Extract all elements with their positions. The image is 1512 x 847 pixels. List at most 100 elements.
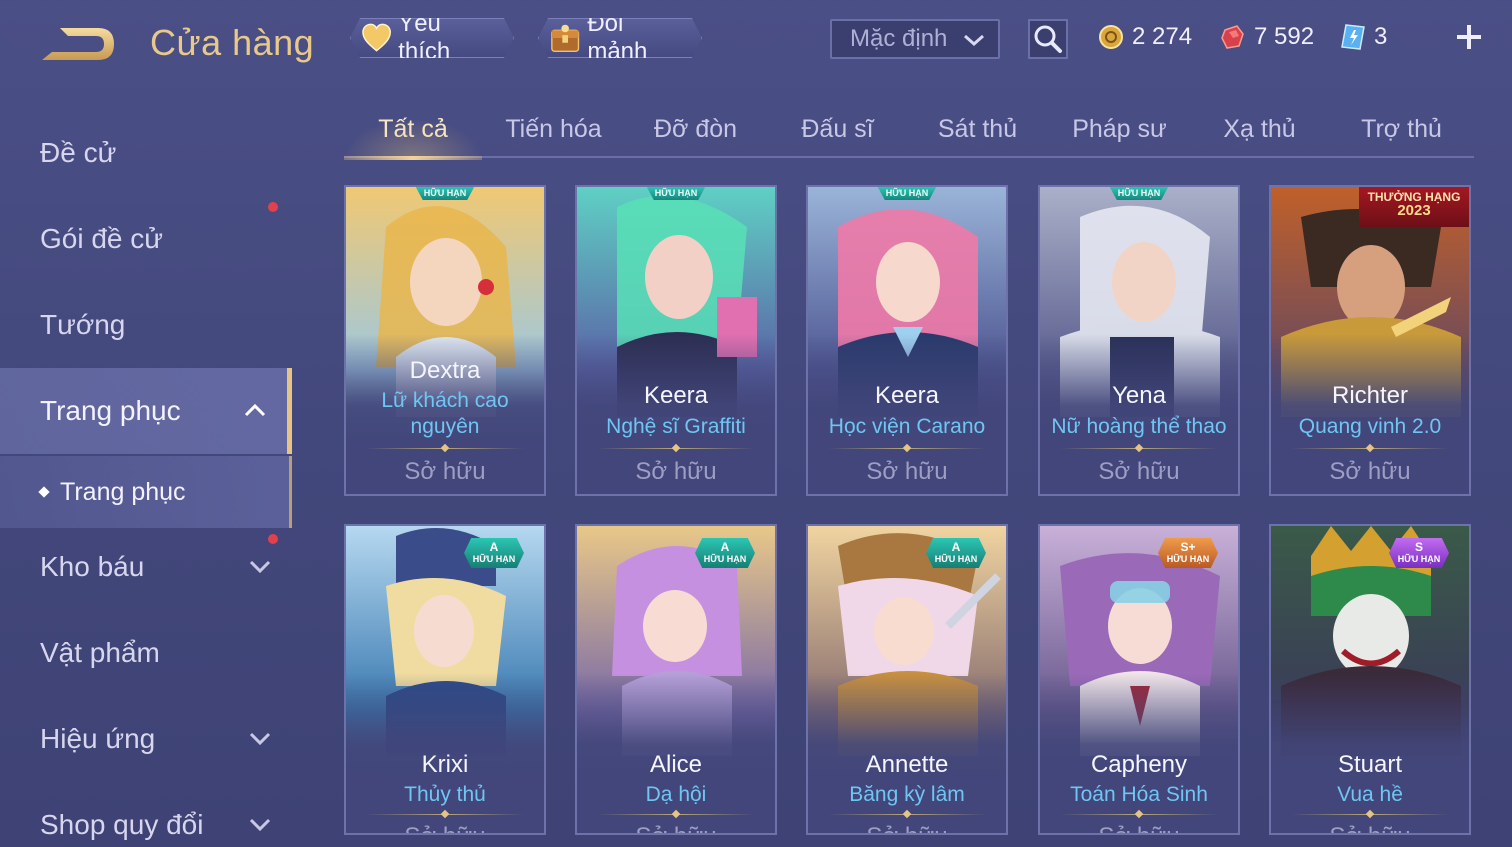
search-button[interactable] <box>1028 19 1068 59</box>
skin-card[interactable]: S HỮU HẠN Stuart Vua hề Sở hữu <box>1269 524 1471 835</box>
sidebar-item-label: Tướng <box>40 309 126 340</box>
gem-amount: 7 592 <box>1254 23 1315 50</box>
owned-status: Sở hữu <box>577 823 775 833</box>
rank-reward-badge: THƯỞNG HẠNG 2023 <box>1359 187 1469 227</box>
tab-tank[interactable]: Đỡ đòn <box>628 100 763 158</box>
sidebar-item-exchange-shop[interactable]: Shop quy đổi <box>0 782 292 847</box>
sidebar-item-label: Gói đề cử <box>40 223 164 254</box>
skin-card[interactable]: A HỮU HẠN Krixi Thủy thủ Sở hữu <box>344 524 546 835</box>
tab-all[interactable]: Tất cả <box>344 100 482 160</box>
sidebar-item-label: Đề cử <box>40 137 117 168</box>
skin-name: Dạ hội <box>645 783 707 806</box>
hero-name: Keera <box>643 382 709 409</box>
hero-name: Capheny <box>1090 751 1188 778</box>
skin-card[interactable]: HỮU HẠN Dextra Lữ khách cao nguyên Sở hữ… <box>344 185 546 496</box>
grade-label: HỮU HẠN <box>703 554 747 564</box>
owned-status: Sở hữu <box>1098 458 1180 485</box>
category-tabs: Tất cả Tiến hóa Đỡ đòn Đấu sĩ Sát thủ Ph… <box>344 100 1474 160</box>
grade-label: HỮU HẠN <box>1397 554 1441 564</box>
gold-coin-icon <box>1099 25 1123 49</box>
skin-name: Học viện Carano <box>828 415 986 438</box>
limited-badge: HỮU HẠN <box>646 187 706 200</box>
sidebar-item-recommended[interactable]: Đề cử <box>0 110 292 196</box>
sidebar-item-label: Hiệu ứng <box>40 723 156 754</box>
hero-name: Stuart <box>1337 751 1403 778</box>
tab-mage[interactable]: Pháp sư <box>1052 100 1187 158</box>
sidebar-item-treasure[interactable]: Kho báu <box>0 524 292 610</box>
exchange-shards-button[interactable]: Đổi mảnh <box>538 18 702 58</box>
sidebar-item-label: Kho báu <box>40 551 145 582</box>
sidebar-item-items[interactable]: Vật phẩm <box>0 610 292 696</box>
hero-name: Dextra <box>409 357 481 384</box>
hero-name: Annette <box>865 751 949 778</box>
ticket-amount: 3 <box>1374 23 1388 50</box>
skin-name: Nghệ sĩ Graffiti <box>606 415 746 438</box>
plus-icon <box>1457 25 1481 49</box>
skin-card[interactable]: THƯỞNG HẠNG 2023 Richter Quang vinh 2.0 … <box>1269 185 1471 496</box>
grade-letter: A <box>951 540 961 554</box>
sidebar-item-recommended-bundles[interactable]: Gói đề cử <box>0 196 292 282</box>
skin-name: Nữ hoàng thể thao <box>1051 415 1227 438</box>
limited-badge: HỮU HẠN <box>1109 187 1169 200</box>
grade-label: HỮU HẠN <box>472 554 516 564</box>
tab-label: Xạ thủ <box>1223 114 1296 143</box>
sidebar-item-effects[interactable]: Hiệu ứng <box>0 696 292 782</box>
grade-badge: A HỮU HẠN <box>926 538 986 568</box>
search-icon <box>1034 25 1062 53</box>
owned-status: Sở hữu <box>635 458 717 485</box>
grade-badge: A HỮU HẠN <box>464 538 524 568</box>
grade-badge: S+ HỮU HẠN <box>1158 538 1218 568</box>
hero-name: Alice <box>649 751 703 778</box>
notification-dot <box>268 534 278 544</box>
skin-name: Vua hề <box>1337 783 1403 806</box>
ticket-icon <box>1341 24 1365 50</box>
sort-dropdown[interactable]: Mặc định <box>830 19 1000 59</box>
favorite-button[interactable]: Yêu thích <box>350 18 514 58</box>
tab-evolution[interactable]: Tiến hóa <box>486 100 621 158</box>
sidebar-item-skins[interactable]: Trang phục <box>0 368 292 454</box>
chevron-up-icon <box>244 403 266 417</box>
skin-card[interactable]: HỮU HẠN Yena Nữ hoàng thể thao Sở hữu <box>1038 185 1240 496</box>
back-arrow-icon[interactable] <box>38 22 118 66</box>
chevron-down-icon <box>964 34 984 47</box>
add-currency-button[interactable] <box>1452 20 1486 54</box>
skin-card[interactable]: A HỮU HẠN Alice Dạ hội Sở hữu <box>575 524 777 835</box>
owned-status: Sở hữu <box>1271 823 1469 833</box>
grade-badge: S HỮU HẠN <box>1389 538 1449 568</box>
sidebar-item-label: Shop quy đổi <box>40 809 204 840</box>
chevron-down-icon <box>249 732 271 746</box>
skin-name: Băng kỳ lâm <box>849 783 965 806</box>
ticket-currency: 3 <box>1340 20 1387 54</box>
tab-label: Đấu sĩ <box>801 114 874 143</box>
sidebar-item-label: Vật phẩm <box>40 637 160 668</box>
tab-assassin[interactable]: Sát thủ <box>910 100 1045 158</box>
hero-name: Keera <box>874 382 940 409</box>
sidebar-item-heroes[interactable]: Tướng <box>0 282 292 368</box>
grade-badge: A HỮU HẠN <box>695 538 755 568</box>
tab-support[interactable]: Trợ thủ <box>1334 100 1469 158</box>
sidebar-subitem-label: Trang phục <box>60 477 186 506</box>
notification-dot <box>268 202 278 212</box>
skin-card[interactable]: A HỮU HẠN Annette Băng kỳ lâm Sở hữu <box>806 524 1008 835</box>
skin-grid: HỮU HẠN Dextra Lữ khách cao nguyên Sở hữ… <box>344 185 1474 847</box>
gem-currency: 7 592 <box>1220 20 1314 54</box>
skin-name: Lữ khách cao <box>381 389 509 412</box>
tab-marksman[interactable]: Xạ thủ <box>1192 100 1327 158</box>
skin-card[interactable]: S+ HỮU HẠN Capheny Toán Hóa Sinh Sở hữu <box>1038 524 1240 835</box>
skin-name: Toán Hóa Sinh <box>1070 783 1208 806</box>
tab-label: Tiến hóa <box>505 114 602 143</box>
skin-name: Quang vinh 2.0 <box>1298 415 1442 438</box>
skin-card[interactable]: HỮU HẠN Keera Nghệ sĩ Graffiti Sở hữu <box>575 185 777 496</box>
skin-name: Thủy thủ <box>404 783 486 806</box>
skin-card[interactable]: HỮU HẠN Keera Học viện Carano Sở hữu <box>806 185 1008 496</box>
tab-fighter[interactable]: Đấu sĩ <box>770 100 905 158</box>
grade-letter: A <box>489 540 499 554</box>
hero-name: Richter <box>1331 382 1409 409</box>
owned-status: Sở hữu <box>808 823 1006 833</box>
red-gem-icon <box>1221 25 1244 49</box>
owned-status: Sở hữu <box>1040 823 1238 833</box>
sidebar-subitem-skins[interactable]: Trang phục <box>0 456 292 528</box>
tab-label: Trợ thủ <box>1361 114 1442 143</box>
grade-label: HỮU HẠN <box>934 554 978 564</box>
chest-icon <box>549 22 581 54</box>
